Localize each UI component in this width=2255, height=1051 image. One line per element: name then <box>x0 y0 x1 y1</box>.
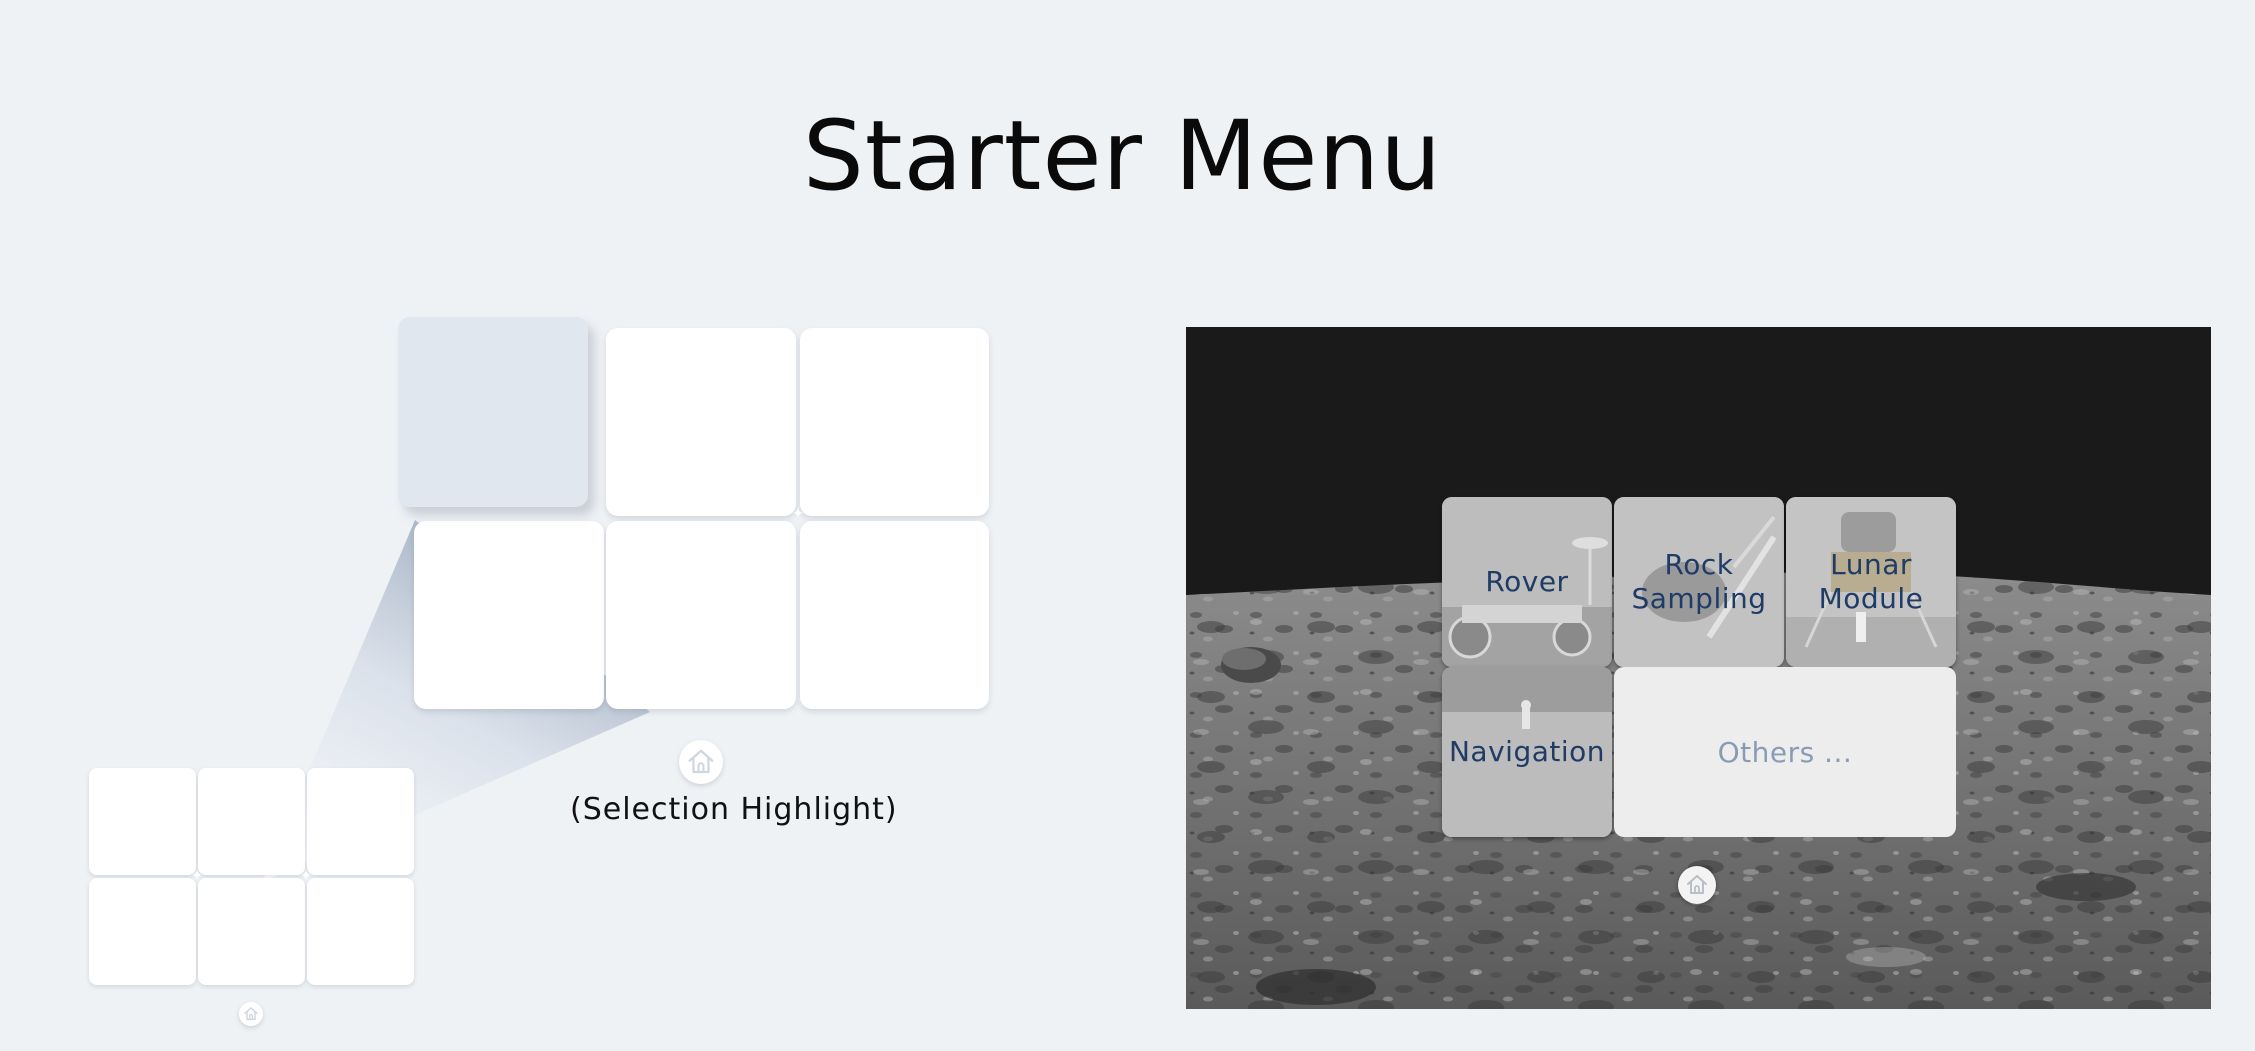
home-icon[interactable] <box>679 740 723 784</box>
sparkle-icon: ✦ <box>191 868 203 884</box>
menu-tile-label: Lunar Module <box>1818 548 1924 615</box>
mini-tile <box>307 878 414 985</box>
menu-tile-rover[interactable]: Rover <box>1442 497 1612 667</box>
sparkle-icon: ✦ <box>300 868 312 884</box>
menu-tile <box>800 328 989 516</box>
mini-tile <box>89 768 196 875</box>
others-label: Others ... <box>1717 735 1853 769</box>
menu-tile-others[interactable]: Others ... <box>1614 667 1956 837</box>
moon-preview-screen: Rover Rock Sampling Lunar Module Navigat… <box>1186 327 2211 1009</box>
menu-tile-lunar-module[interactable]: Lunar Module <box>1786 497 1956 667</box>
menu-tile <box>800 521 989 709</box>
mini-tile <box>89 878 196 985</box>
menu-tile <box>606 521 796 709</box>
menu-tile-navigation[interactable]: Navigation <box>1442 667 1612 837</box>
menu-tile-label: Rock Sampling <box>1631 548 1767 615</box>
menu-tile <box>414 521 604 709</box>
menu-tile-rock-sampling[interactable]: Rock Sampling <box>1614 497 1784 667</box>
menu-tile-label: Rover <box>1485 565 1569 599</box>
mini-tile <box>198 768 305 875</box>
home-icon[interactable] <box>239 1002 263 1026</box>
menu-tile-label: Navigation <box>1448 735 1606 769</box>
menu-tile <box>606 328 796 516</box>
home-icon[interactable] <box>1678 866 1716 904</box>
selection-highlight-diagram: ✦ ✦ ✦ (Selection Highlight) <box>0 0 1100 1051</box>
sparkle-icon: ✦ <box>792 506 804 522</box>
mini-tile <box>198 878 305 985</box>
mini-tile <box>307 768 414 875</box>
diagram-caption: (Selection Highlight) <box>570 792 898 827</box>
highlighted-tile <box>398 317 588 507</box>
